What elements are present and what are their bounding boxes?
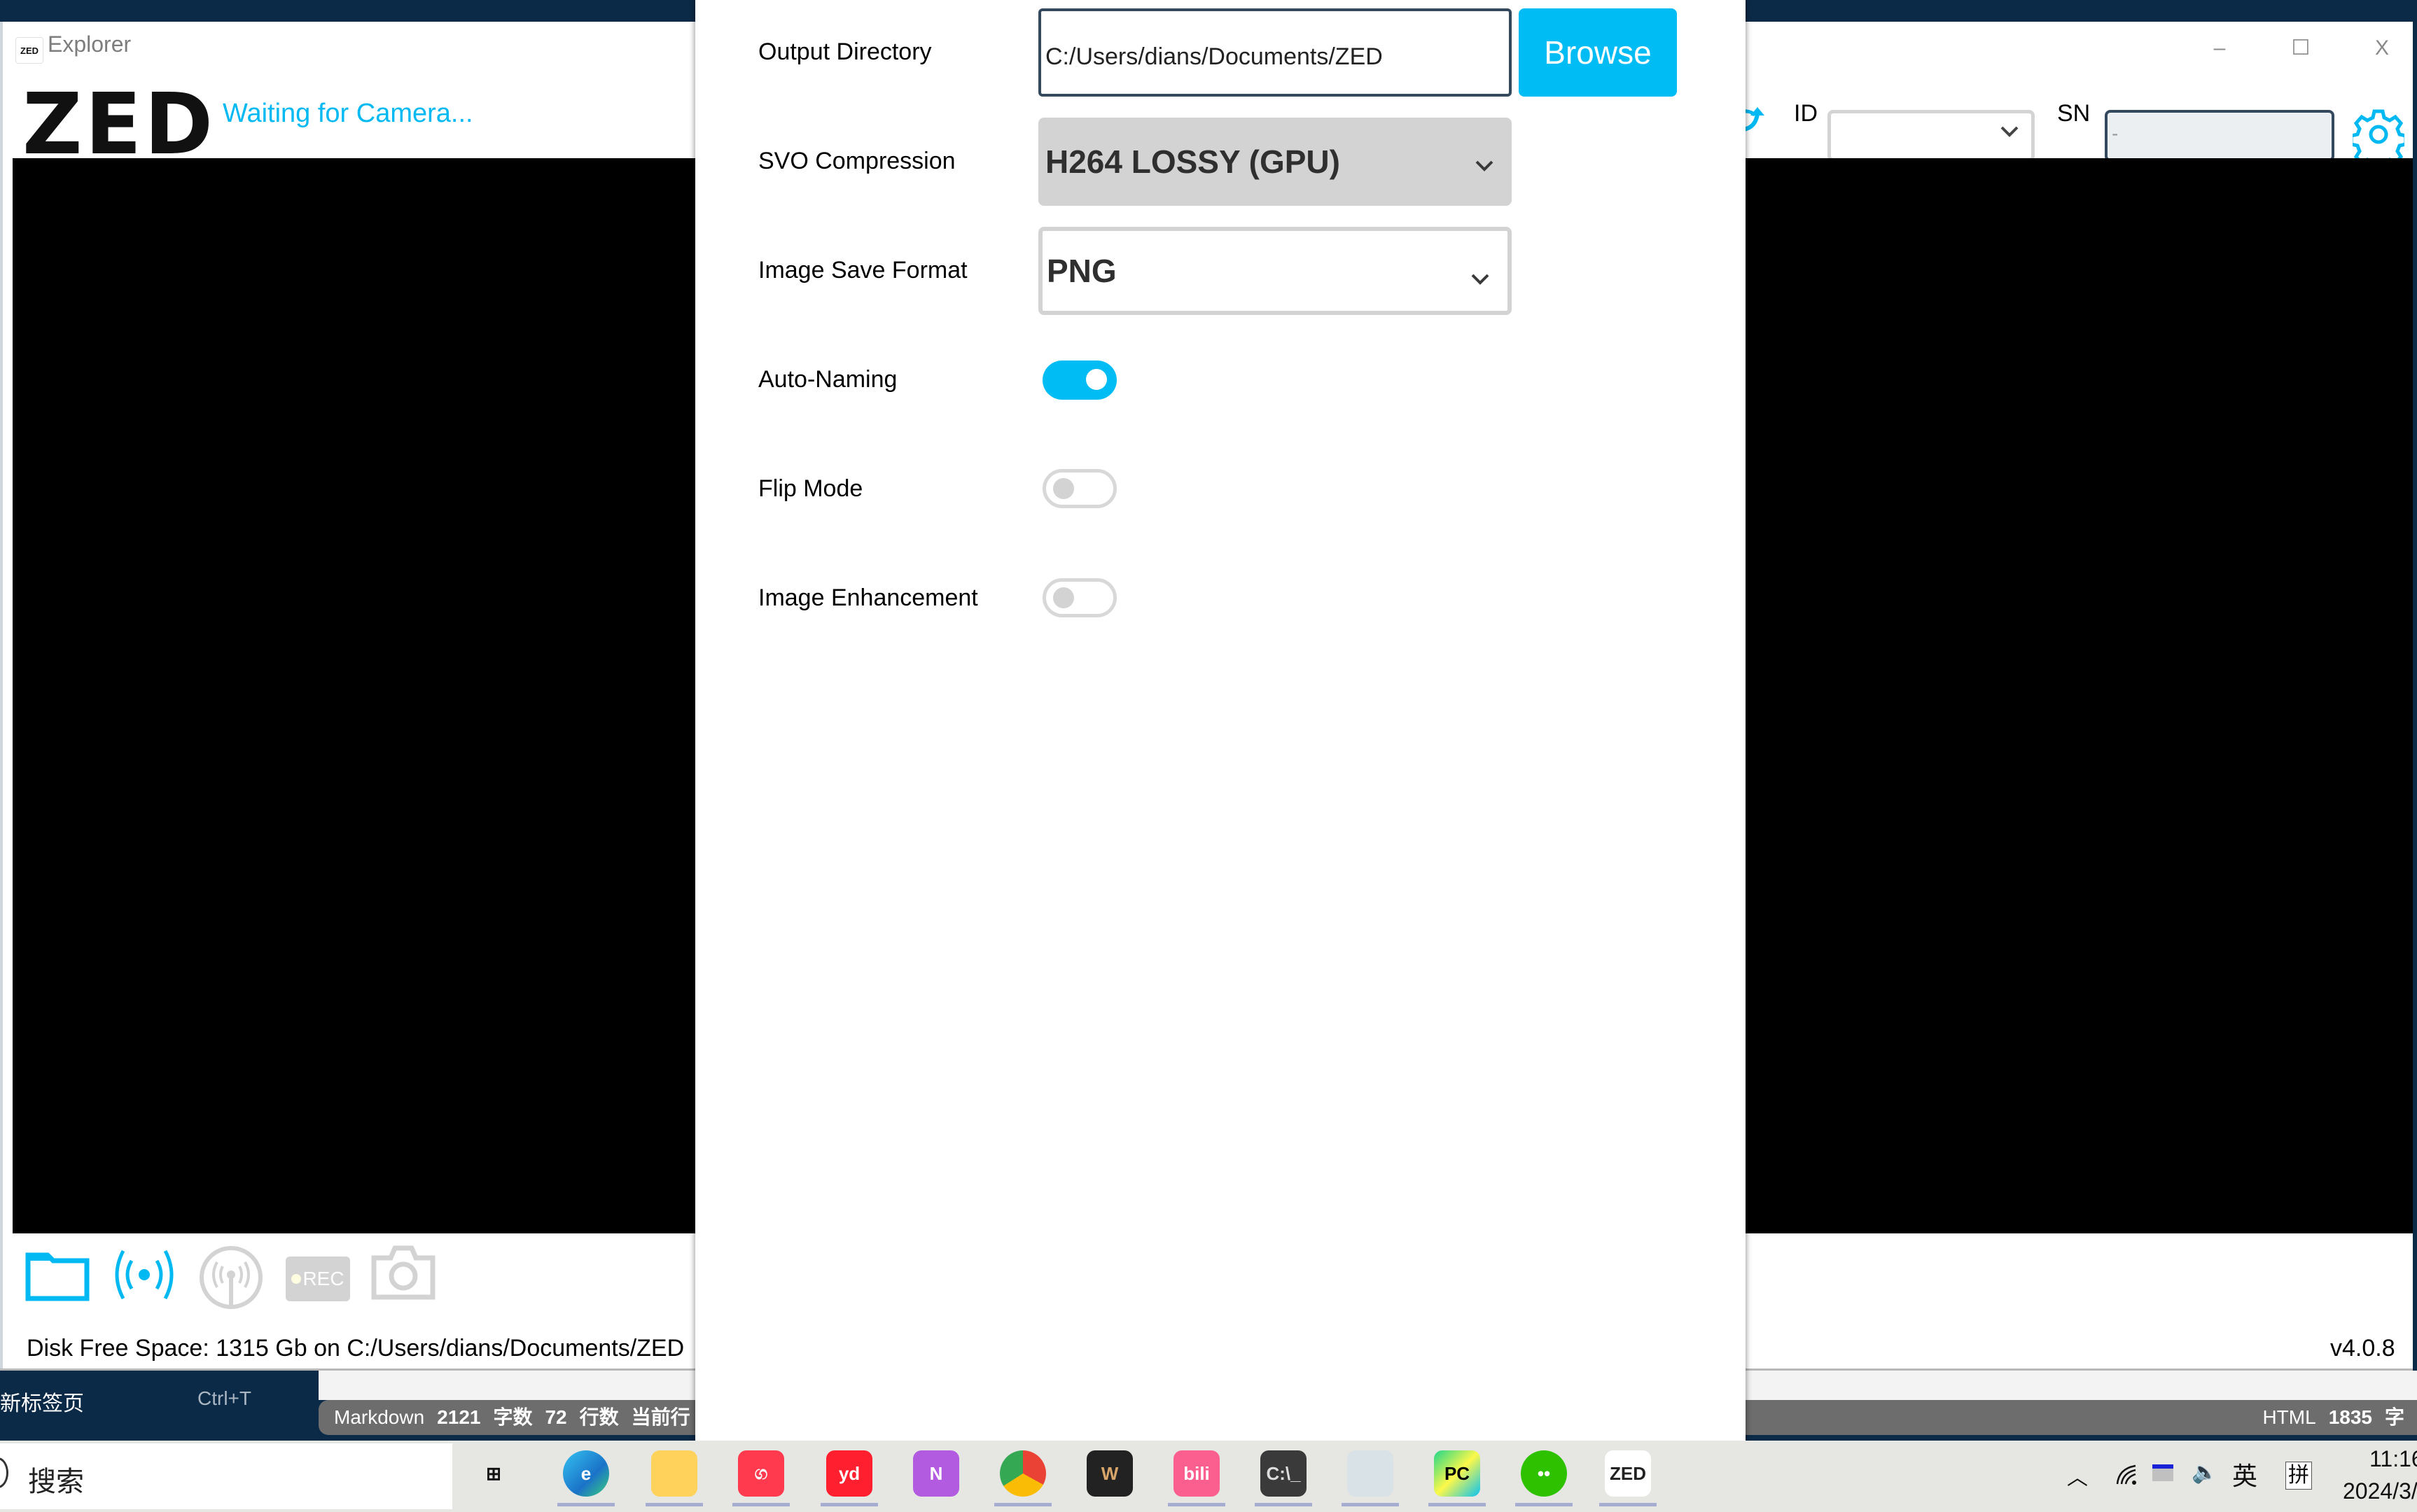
rec-dot-icon xyxy=(291,1274,302,1284)
chevron-down-icon xyxy=(1474,146,1495,172)
gear-icon[interactable] xyxy=(2349,108,2408,171)
toggle-knob xyxy=(1053,478,1074,499)
id-label: ID xyxy=(1794,100,1818,127)
output-directory-input[interactable]: C:/Users/dians/Documents/ZED xyxy=(1038,8,1512,97)
svo-compression-label: SVO Compression xyxy=(758,148,956,174)
auto-naming-toggle[interactable] xyxy=(1043,360,1117,400)
current-line-label: 当前行 xyxy=(631,1406,690,1428)
char-count-label: 字 xyxy=(2384,1406,2404,1428)
auto-naming-label: Auto-Naming xyxy=(758,366,898,393)
chrome-taskbar-icon[interactable] xyxy=(994,1450,1052,1506)
image-enhancement-toggle[interactable] xyxy=(1043,578,1117,617)
onenote-taskbar-icon[interactable]: N xyxy=(913,1450,959,1497)
file-explorer-taskbar-icon[interactable] xyxy=(646,1450,703,1506)
wechat-taskbar-icon[interactable]: •• xyxy=(1515,1450,1573,1506)
svo-compression-value: H264 LOSSY (GPU) xyxy=(1045,144,1340,180)
minimize-button[interactable]: – xyxy=(2185,34,2255,62)
camera-id-select[interactable] xyxy=(1827,110,2035,162)
rec-label: REC xyxy=(302,1268,344,1289)
new-tab-menu-item[interactable]: 新标签页 xyxy=(0,1386,84,1417)
running-indicator xyxy=(821,1503,878,1506)
running-indicator xyxy=(732,1503,790,1506)
image-save-format-select[interactable]: PNG xyxy=(1038,227,1512,315)
version-label: v4.0.8 xyxy=(2330,1335,2395,1362)
ime-language-indicator[interactable]: 英 xyxy=(2232,1456,2257,1492)
image-enhancement-label: Image Enhancement xyxy=(758,584,978,611)
svo-compression-select[interactable]: H264 LOSSY (GPU) xyxy=(1038,118,1512,206)
editor-mode: Markdown xyxy=(334,1406,425,1428)
chevron-down-icon xyxy=(1999,120,2020,147)
char-count-label: 字数 xyxy=(493,1406,533,1428)
flip-mode-label: Flip Mode xyxy=(758,475,863,502)
zed-logo: ZED xyxy=(22,74,216,174)
char-count: 1835 xyxy=(2328,1406,2372,1428)
editor-statusbar-right: HTML 1835 字 xyxy=(1746,1400,2417,1435)
running-indicator xyxy=(1255,1503,1312,1506)
app-window-taskbar-icon[interactable] xyxy=(1342,1450,1399,1506)
wps-taskbar-icon[interactable]: W xyxy=(1087,1450,1133,1497)
ime-mode-indicator[interactable]: 拼 xyxy=(2285,1462,2312,1490)
flip-mode-toggle[interactable] xyxy=(1043,469,1117,508)
editor-statusbar-left: Markdown 2121 字数 72 行数 当前行 xyxy=(319,1400,700,1435)
line-count-label: 行数 xyxy=(579,1406,619,1428)
browse-button[interactable]: Browse xyxy=(1519,8,1677,97)
folder-icon[interactable] xyxy=(25,1248,90,1301)
output-directory-label: Output Directory xyxy=(758,38,932,65)
pycharm-taskbar-icon[interactable]: PC xyxy=(1428,1450,1486,1506)
running-indicator xyxy=(557,1503,615,1506)
settings-panel: Output Directory C:/Users/dians/Document… xyxy=(695,0,1746,1442)
window-title: Explorer xyxy=(48,31,132,57)
clock-time[interactable]: 11:16 xyxy=(2369,1446,2417,1472)
wifi-icon[interactable] xyxy=(2115,1463,2140,1491)
stream-icon[interactable] xyxy=(111,1245,178,1304)
running-indicator xyxy=(1168,1503,1225,1506)
running-indicator xyxy=(646,1503,703,1506)
image-save-format-label: Image Save Format xyxy=(758,257,968,284)
netease-music-taskbar-icon[interactable]: ග xyxy=(732,1450,790,1506)
running-indicator xyxy=(1342,1503,1399,1506)
char-count: 2121 xyxy=(437,1406,481,1428)
camera-status-text: Waiting for Camera... xyxy=(223,99,473,128)
toggle-knob xyxy=(1053,587,1074,608)
camera-icon[interactable] xyxy=(370,1244,437,1301)
line-count: 72 xyxy=(545,1406,567,1428)
maximize-button[interactable]: ☐ xyxy=(2266,34,2336,62)
toggle-knob xyxy=(1086,369,1107,390)
running-indicator xyxy=(1515,1503,1573,1506)
running-indicator xyxy=(1599,1503,1657,1506)
clock-date[interactable]: 2024/3/ xyxy=(2343,1478,2417,1504)
new-tab-shortcut: Ctrl+T xyxy=(197,1387,251,1409)
app-icon: ZED xyxy=(15,37,43,64)
editor-mode: HTML xyxy=(2262,1406,2316,1428)
volume-icon[interactable]: 🔈 xyxy=(2192,1460,2217,1485)
antenna-icon[interactable] xyxy=(199,1245,263,1310)
show-hidden-icons-chevron-icon[interactable]: ︿ xyxy=(2067,1460,2088,1491)
record-button[interactable]: REC xyxy=(286,1256,350,1301)
taskbar-search-box[interactable]: 搜索 xyxy=(0,1443,452,1509)
serial-number-field[interactable]: - xyxy=(2105,110,2334,162)
zed-explorer-taskbar-icon[interactable]: ZED xyxy=(1599,1450,1657,1506)
sn-label: SN xyxy=(2057,100,2091,127)
search-icon xyxy=(0,1457,8,1488)
taskbar: 搜索 ⊞ e ග yd N Wbili C:\_ PC •• ZED xyxy=(0,1441,2417,1512)
close-button[interactable]: X xyxy=(2347,34,2417,62)
running-indicator xyxy=(1428,1503,1486,1506)
image-save-format-value: PNG xyxy=(1047,253,1117,289)
network-status-icon[interactable] xyxy=(2152,1464,2173,1481)
bilibili-taskbar-icon[interactable]: bili xyxy=(1168,1450,1225,1506)
terminal-taskbar-icon[interactable]: C:\_ xyxy=(1255,1450,1312,1506)
task-view-taskbar-icon[interactable]: ⊞ xyxy=(471,1450,517,1497)
search-placeholder: 搜索 xyxy=(28,1466,84,1497)
disk-free-space-text: Disk Free Space: 1315 Gb on C:/Users/dia… xyxy=(27,1335,685,1362)
running-indicator xyxy=(994,1503,1052,1506)
youdao-taskbar-icon[interactable]: yd xyxy=(821,1450,878,1506)
chevron-down-icon xyxy=(1470,259,1491,285)
edge-taskbar-icon[interactable]: e xyxy=(557,1450,615,1506)
